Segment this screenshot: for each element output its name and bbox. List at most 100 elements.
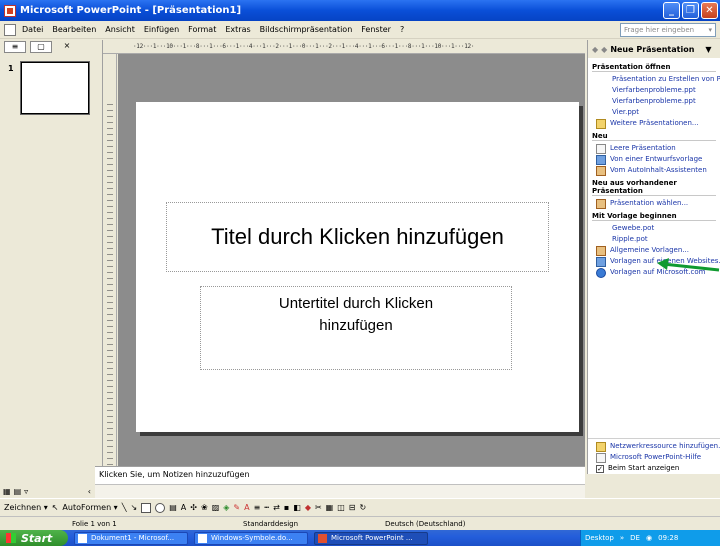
menu-datei[interactable]: Datei <box>22 25 43 34</box>
horizontal-scrollbar[interactable] <box>95 484 585 498</box>
align-icon[interactable]: ⊟ <box>349 503 356 512</box>
help-link[interactable]: Microsoft PowerPoint-Hilfe <box>592 452 717 463</box>
arrow-icon[interactable]: ↘ <box>131 503 138 512</box>
menu-fenster[interactable]: Fenster <box>361 25 391 34</box>
scroll-left-icon[interactable]: ‹ <box>88 487 91 496</box>
tab-outline[interactable]: ≡ <box>4 41 26 53</box>
design-template-link[interactable]: Von einer Entwurfsvorlage <box>592 154 716 165</box>
subtitle-placeholder[interactable]: Untertitel durch Klicken hinzufügen <box>200 286 512 370</box>
slide-canvas: Titel durch Klicken hinzufügen Untertite… <box>118 54 585 466</box>
tab-slides[interactable]: ▢ <box>30 41 52 53</box>
forward-icon[interactable]: ◆ <box>601 45 607 54</box>
line-icon[interactable]: ╲ <box>122 503 127 512</box>
choose-presentation-link[interactable]: Präsentation wählen... <box>592 198 716 209</box>
color-icon[interactable]: ◆ <box>305 503 311 512</box>
title-placeholder[interactable]: Titel durch Klicken hinzufügen <box>166 202 549 272</box>
expand-icon[interactable]: » <box>620 534 624 542</box>
taskbar-label: Windows-Symbole.do... <box>211 534 293 542</box>
recent-file-link[interactable]: Vierfarbenprobleme.ppt <box>592 85 716 96</box>
chevron-down-icon[interactable]: ▼ <box>705 45 711 54</box>
notes-placeholder: Klicken Sie, um Notizen hinzuzufügen <box>99 470 250 479</box>
menu-help[interactable]: ? <box>400 25 404 34</box>
sorter-view-icon[interactable]: ▤ <box>14 487 22 496</box>
chevron-down-icon[interactable]: ▾ <box>708 26 712 34</box>
menu-ansicht[interactable]: Ansicht <box>105 25 135 34</box>
slide[interactable]: Titel durch Klicken hinzufügen Untertite… <box>136 102 579 432</box>
minimize-button[interactable]: _ <box>663 2 680 19</box>
normal-view-icon[interactable]: ▦ <box>3 487 11 496</box>
taskbar-button-powerpoint[interactable]: Microsoft PowerPoint ... <box>314 531 428 545</box>
checkbox-label: Beim Start anzeigen <box>608 464 680 472</box>
recent-file-link[interactable]: Vier.ppt <box>592 107 716 118</box>
template-file-link[interactable]: Ripple.pot <box>592 234 716 245</box>
slideshow-view-icon[interactable]: ▿ <box>24 487 28 496</box>
slide-number: 1 <box>8 64 14 73</box>
taskbar-button-word[interactable]: Dokument1 - Microsof... <box>74 531 188 545</box>
recent-file-link[interactable]: Präsentation zu Erstellen von Pr <box>592 74 720 85</box>
textbox-icon[interactable]: ▤ <box>169 503 177 512</box>
menu-format[interactable]: Format <box>188 25 216 34</box>
clipart-icon[interactable]: ❀ <box>201 503 208 512</box>
3d-icon[interactable]: ◧ <box>293 503 301 512</box>
font-color-icon[interactable]: A <box>244 503 249 512</box>
fill-color-icon[interactable]: ◈ <box>223 503 229 512</box>
menu-bearbeiten[interactable]: Bearbeiten <box>52 25 96 34</box>
add-network-resource-link[interactable]: Netzwerkressource hinzufügen... <box>592 441 720 452</box>
subtitle-placeholder-text: Untertitel durch Klicken hinzufügen <box>278 295 434 334</box>
arrow-style-icon[interactable]: ⇄ <box>273 503 280 512</box>
tray-icon[interactable]: ◉ <box>646 534 652 542</box>
link-label: Microsoft PowerPoint-Hilfe <box>610 453 702 461</box>
section-title: Präsentation öffnen <box>592 63 716 72</box>
menu-bildschirmpraesentation[interactable]: Bildschirmpräsentation <box>260 25 353 34</box>
grid-icon[interactable]: ▦ <box>326 503 334 512</box>
help-search-input[interactable]: Frage hier eingeben ▾ <box>620 23 716 37</box>
wordart-icon[interactable]: A <box>181 503 186 512</box>
close-pane-icon[interactable]: × <box>56 41 78 53</box>
line-color-icon[interactable]: ✎ <box>233 503 240 512</box>
templates-icon <box>596 245 606 256</box>
slide-thumbnail[interactable] <box>20 61 90 115</box>
blank-presentation-link[interactable]: Leere Präsentation <box>592 143 716 154</box>
group-icon[interactable]: ◫ <box>337 503 345 512</box>
document-icon[interactable] <box>4 23 16 36</box>
recent-file-link[interactable]: Vierfarbenprobleme.ppt <box>592 96 716 107</box>
autoshapes-button[interactable]: AutoFormen ▾ <box>62 503 117 512</box>
rotate-icon[interactable]: ↻ <box>360 503 367 512</box>
general-templates-link[interactable]: Allgemeine Vorlagen... <box>592 245 716 256</box>
status-design: Standarddesign <box>243 519 299 528</box>
show-at-startup-checkbox[interactable]: ✓ Beim Start anzeigen <box>592 463 717 474</box>
status-language: Deutsch (Deutschland) <box>385 519 466 528</box>
select-pointer-icon[interactable]: ↖ <box>52 503 59 512</box>
draw-menu-button[interactable]: Zeichnen ▾ <box>4 503 48 512</box>
taskbar-button-word-2[interactable]: Windows-Symbole.do... <box>194 531 308 545</box>
oval-icon[interactable] <box>155 502 166 513</box>
close-button[interactable]: ✕ <box>701 2 718 19</box>
more-presentations-link[interactable]: Weitere Präsentationen... <box>592 118 716 129</box>
wizard-icon <box>596 165 606 176</box>
link-label: Weitere Präsentationen... <box>610 119 699 127</box>
shadow-icon[interactable]: ▪ <box>284 503 289 512</box>
desktop-toolbar[interactable]: Desktop <box>585 534 614 542</box>
template-file-link[interactable]: Gewebe.pot <box>592 223 716 234</box>
dash-style-icon[interactable]: ┅ <box>264 503 269 512</box>
notes-field[interactable]: Klicken Sie, um Notizen hinzuzufügen <box>95 466 585 484</box>
diagram-icon[interactable]: ✣ <box>190 503 197 512</box>
tool-icon[interactable]: ✂ <box>315 503 322 512</box>
powerpoint-app-icon[interactable] <box>4 4 16 17</box>
folder-icon <box>596 441 606 452</box>
line-style-icon[interactable]: ≡ <box>254 503 261 512</box>
status-slide: Folie 1 von 1 <box>72 519 117 528</box>
rectangle-icon[interactable] <box>141 502 152 513</box>
start-button[interactable]: Start <box>0 530 68 546</box>
autocontent-wizard-link[interactable]: Vom AutoInhalt-Assistenten <box>592 165 716 176</box>
blank-page-icon <box>596 143 606 154</box>
windows-logo-icon <box>6 533 16 543</box>
menu-extras[interactable]: Extras <box>225 25 250 34</box>
language-indicator[interactable]: DE <box>630 534 640 542</box>
task-pane-title: Neue Präsentation <box>610 44 695 54</box>
maximize-button[interactable]: ❐ <box>682 2 699 19</box>
menu-einfuegen[interactable]: Einfügen <box>144 25 179 34</box>
link-label: Präsentation wählen... <box>610 199 689 207</box>
picture-icon[interactable]: ▨ <box>212 503 220 512</box>
back-icon[interactable]: ◆ <box>592 45 598 54</box>
